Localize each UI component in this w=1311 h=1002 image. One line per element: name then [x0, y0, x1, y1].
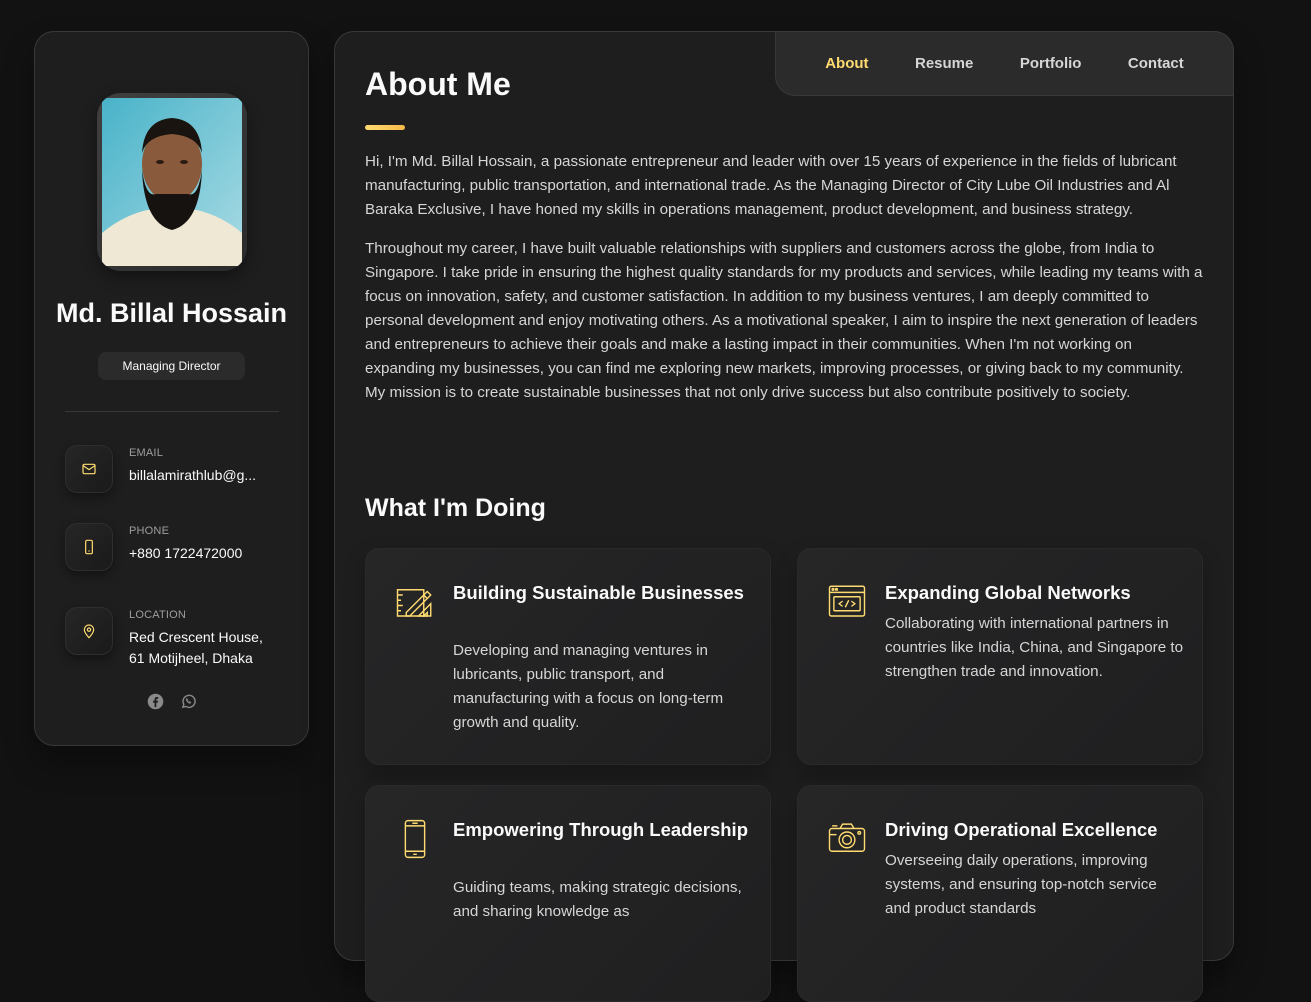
about-text: Hi, I'm Md. Billal Hossain, a passionate… — [365, 150, 1205, 420]
location-value: Red Crescent House, 61 Motijheel, Dhaka — [129, 629, 263, 666]
service-text: Collaborating with international partner… — [885, 615, 1184, 680]
service-text: Developing and managing ventures in lubr… — [453, 642, 724, 731]
camera-icon — [828, 823, 866, 852]
services-title: What I'm Doing — [365, 494, 546, 522]
location-label: Location — [129, 609, 187, 621]
service-title: Building Sustainable Businesses — [453, 582, 744, 603]
nav-about[interactable]: About — [825, 55, 868, 72]
job-title-badge: Managing Director — [98, 352, 245, 380]
nav-resume[interactable]: Resume — [915, 55, 973, 72]
avatar — [97, 93, 247, 271]
whatsapp-icon[interactable] — [180, 693, 197, 710]
phone-link[interactable]: +880 1722472000 — [129, 543, 279, 564]
location-pin-icon — [65, 607, 113, 655]
about-paragraph: Hi, I'm Md. Billal Hossain, a passionate… — [365, 153, 1177, 218]
service-text: Guiding teams, making strategic decision… — [453, 879, 742, 920]
smartphone-icon — [404, 819, 426, 859]
service-title: Driving Operational Excellence — [885, 819, 1158, 840]
nav-portfolio[interactable]: Portfolio — [1020, 55, 1082, 72]
nav-contact[interactable]: Contact — [1128, 55, 1184, 72]
facebook-icon[interactable] — [147, 693, 164, 710]
service-title: Expanding Global Networks — [885, 582, 1131, 603]
design-tools-icon — [396, 589, 432, 617]
contact-location: Location Red Crescent House, 61 Motijhee… — [65, 607, 295, 667]
main-content: About Resume Portfolio Contact About Me … — [334, 31, 1234, 1002]
contact-phone: Phone +880 1722472000 — [65, 523, 295, 571]
service-text: Overseeing daily operations, improving s… — [885, 852, 1157, 917]
code-window-icon — [828, 585, 866, 617]
about-paragraph: Throughout my career, I have built valua… — [365, 240, 1203, 401]
service-card: Empowering Through Leadership Guiding te… — [365, 785, 771, 1002]
sidebar: Md. Billal Hossain Managing Director Ema… — [34, 31, 309, 746]
service-card: Driving Operational Excellence Overseein… — [797, 785, 1203, 1002]
profile-name: Md. Billal Hossain — [55, 298, 288, 328]
title-underline — [365, 125, 405, 130]
navbar: About Resume Portfolio Contact — [775, 31, 1234, 96]
email-link[interactable]: billalamirathlub@g... — [129, 465, 279, 486]
social-links — [35, 693, 308, 710]
contact-email: Email billalamirathlub@g... — [65, 445, 295, 493]
email-label: Email — [129, 447, 164, 459]
profile-photo — [102, 98, 242, 266]
service-card: Expanding Global Networks Collaborating … — [797, 548, 1203, 765]
service-card: Building Sustainable Businesses Developi… — [365, 548, 771, 765]
phone-label: Phone — [129, 525, 170, 537]
phone-icon — [65, 523, 113, 571]
page-title: About Me — [365, 66, 511, 102]
separator — [65, 411, 279, 412]
service-title: Empowering Through Leadership — [453, 819, 748, 840]
mail-icon — [65, 445, 113, 493]
